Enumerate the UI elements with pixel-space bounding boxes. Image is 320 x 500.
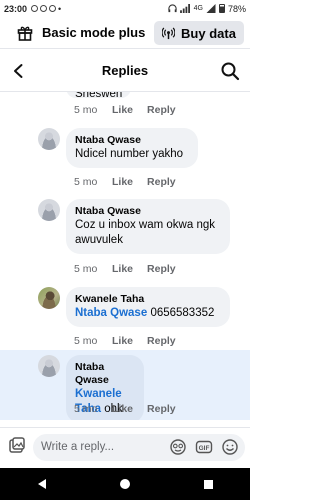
comment-highlighted: Ntaba Qwase Kwanele Taha ohk 5 mo Like R…: [0, 350, 250, 420]
comment-text: Ndicel number yakho: [75, 148, 184, 160]
photo-icon[interactable]: [8, 437, 26, 455]
broadcast-icon: [162, 27, 176, 39]
comment: Ntaba Qwase Coz u inbox wam okwa ngk awu…: [0, 199, 250, 277]
reply-button[interactable]: Reply: [147, 176, 176, 188]
reply-composer: Write a reply... GIF: [0, 427, 250, 465]
notification-icons: •: [31, 4, 61, 14]
system-icons: 4G 78%: [168, 4, 246, 14]
comment: Ntaba Qwase Ndicel number yakho 5 mo Lik…: [0, 128, 250, 190]
reply-button[interactable]: Reply: [147, 263, 176, 275]
comment-author[interactable]: Ntaba Qwase: [75, 134, 189, 147]
comment-time: 5 mo: [74, 176, 98, 188]
notification-icon: [49, 5, 57, 12]
reply-input[interactable]: Write a reply... GIF: [33, 434, 245, 461]
reply-placeholder: Write a reply...: [41, 441, 115, 453]
volte-icon: 4G: [193, 5, 203, 12]
comment-bubble: Sheswen: [66, 92, 132, 100]
recents-square-icon[interactable]: [203, 479, 214, 490]
home-circle-icon[interactable]: [119, 478, 131, 490]
battery-icon: [218, 4, 225, 13]
reply-button[interactable]: Reply: [147, 403, 176, 415]
comment-time: 5 mo: [74, 104, 98, 116]
comment-bubble: Ntaba Qwase Coz u inbox wam okwa ngk awu…: [66, 199, 230, 254]
replies-screen: 23:00 • 4G 78% Basic mode plus Buy data: [0, 0, 250, 500]
comment-actions: 5 mo Like Reply: [74, 176, 190, 188]
comment-time: 5 mo: [74, 403, 98, 415]
mode-title: Basic mode plus: [42, 25, 146, 40]
like-button[interactable]: Like: [112, 335, 133, 347]
avatar[interactable]: [38, 199, 60, 221]
like-button[interactable]: Like: [112, 403, 133, 415]
comment-time: 5 mo: [74, 335, 98, 347]
comment-author[interactable]: Ntaba Qwase: [75, 361, 135, 387]
buy-data-button[interactable]: Buy data: [154, 21, 244, 45]
avatar[interactable]: [38, 287, 60, 309]
avatar[interactable]: [38, 355, 60, 377]
comment-bubble: Kwanele Taha Ntaba Qwase 0656583352: [66, 287, 230, 327]
status-bar: 23:00 • 4G 78%: [0, 0, 250, 17]
status-time: 23:00: [4, 3, 28, 14]
like-button[interactable]: Like: [112, 176, 133, 188]
replies-thread: Sheswen 5 mo Like Reply Ntaba Qwase Ndic…: [0, 92, 250, 420]
comment-text: Coz u inbox wam okwa ngk awuvulek: [75, 219, 215, 246]
comment-time: 5 mo: [74, 263, 98, 275]
signal-icon: [179, 4, 190, 13]
replies-header: Replies: [0, 50, 250, 92]
comment-text: Sheswen: [75, 92, 123, 100]
android-nav-bar: [0, 468, 250, 500]
page-title: Replies: [101, 63, 149, 78]
gift-icon: [14, 25, 36, 41]
search-icon[interactable]: [220, 61, 240, 81]
gif-icon[interactable]: GIF: [195, 438, 213, 456]
comment-author[interactable]: Ntaba Qwase: [75, 205, 221, 218]
comment-text-line: Ntaba Qwase 0656583352: [75, 306, 221, 321]
comment-author[interactable]: Kwanele Taha: [75, 293, 221, 306]
reply-button[interactable]: Reply: [147, 104, 176, 116]
comment-actions: 5 mo Like Reply: [74, 335, 190, 347]
comment-actions: 5 mo Like Reply: [74, 104, 190, 116]
sticker-icon[interactable]: [169, 438, 187, 456]
headphones-icon: [168, 4, 177, 13]
composer-icons: GIF: [169, 438, 239, 456]
back-triangle-icon[interactable]: [36, 478, 48, 490]
reply-button[interactable]: Reply: [147, 335, 176, 347]
comment-actions: 5 mo Like Reply: [74, 263, 190, 275]
comment-bubble: Ntaba Qwase Ndicel number yakho: [66, 128, 198, 168]
buy-data-label: Buy data: [181, 25, 236, 41]
battery-percent: 78%: [227, 3, 246, 14]
like-button[interactable]: Like: [112, 263, 133, 275]
svg-text:GIF: GIF: [199, 445, 210, 452]
comment: Kwanele Taha Ntaba Qwase 0656583352 5 mo…: [0, 287, 250, 349]
avatar[interactable]: [38, 128, 60, 150]
notification-icon: [40, 5, 48, 12]
more-dot-icon: •: [58, 3, 62, 14]
like-button[interactable]: Like: [112, 104, 133, 116]
arrow-left-icon[interactable]: [10, 62, 28, 80]
comment: Sheswen 5 mo Like Reply: [0, 92, 250, 122]
signal-icon: [206, 4, 216, 13]
emoji-icon[interactable]: [221, 438, 239, 456]
notification-icon: [31, 5, 39, 12]
basic-mode-bar: Basic mode plus Buy data: [0, 17, 250, 49]
mention-link[interactable]: Ntaba Qwase: [75, 307, 147, 319]
comment-actions: 5 mo Like Reply: [74, 403, 190, 415]
comment-text: 0656583352: [150, 307, 215, 319]
